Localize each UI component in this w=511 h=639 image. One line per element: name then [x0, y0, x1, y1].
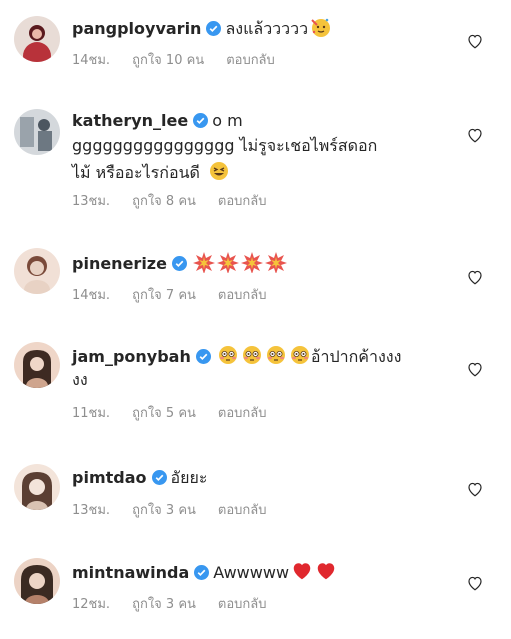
- like-heart-icon[interactable]: [466, 574, 484, 592]
- like-heart-icon[interactable]: [466, 126, 484, 144]
- reply-button[interactable]: ตอบกลับ: [218, 194, 267, 209]
- reply-button[interactable]: ตอบกลับ: [218, 288, 267, 303]
- comment-meta: 11ชม. ถูกใจ 5 คน ตอบกลับ: [72, 405, 267, 423]
- collision-emoji-icon: [240, 252, 263, 273]
- avatar[interactable]: [14, 248, 60, 294]
- comment-meta: 14ชม. ถูกใจ 7 คน ตอบกลับ: [72, 287, 267, 305]
- username[interactable]: pimtdao: [72, 468, 147, 487]
- collision-emoji-icon: [216, 252, 239, 273]
- comment-meta: 12ชม. ถูกใจ 3 คน ตอบกลับ: [72, 596, 267, 614]
- flushed-face-emoji-icon: [218, 346, 237, 364]
- red-heart-emoji-icon: [317, 563, 335, 580]
- comment-text: katheryn_lee o m: [72, 110, 243, 132]
- username[interactable]: katheryn_lee: [72, 111, 188, 130]
- flushed-face-emoji-icon: [266, 346, 285, 364]
- likes-count[interactable]: ถูกใจ 8 คน: [132, 194, 196, 209]
- comment-body: อ้าปากค้างงง: [310, 347, 402, 366]
- comment-text: pimtdao อัยยะ: [72, 467, 207, 489]
- likes-count[interactable]: ถูกใจ 3 คน: [132, 503, 196, 518]
- likes-count[interactable]: ถูกใจ 7 คน: [132, 288, 196, 303]
- like-heart-icon[interactable]: [466, 32, 484, 50]
- like-heart-icon[interactable]: [466, 360, 484, 378]
- likes-count[interactable]: ถูกใจ 3 คน: [132, 597, 196, 612]
- likes-count[interactable]: ถูกใจ 5 คน: [132, 406, 196, 421]
- comment-body: Awwwww: [213, 563, 290, 582]
- comment-body-line-with-emoji: ไม้ หรืออะไรก่อนดี: [72, 160, 230, 184]
- verified-badge-icon: [194, 565, 210, 580]
- reply-button[interactable]: ตอบกลับ: [218, 597, 267, 612]
- comment-body: o m: [212, 111, 243, 130]
- flushed-face-emoji-icon: [242, 346, 261, 364]
- username[interactable]: jam_ponybah: [72, 347, 191, 366]
- collision-emoji-icon: [192, 252, 215, 273]
- verified-badge-icon: [206, 21, 222, 36]
- comment-text: pangployvarin ลงแล้ววววว: [72, 16, 332, 40]
- comment-body-line: gggggggggggggggg ไม่รูจะเชอไพร์สดอก: [72, 136, 378, 155]
- username[interactable]: pinenerize: [72, 254, 167, 273]
- username[interactable]: mintnawinda: [72, 563, 189, 582]
- verified-badge-icon: [151, 470, 167, 485]
- flushed-face-emoji-icon: [290, 346, 309, 364]
- comment-body-line: งง: [72, 370, 88, 389]
- avatar[interactable]: [14, 109, 60, 155]
- avatar[interactable]: [14, 342, 60, 388]
- reply-button[interactable]: ตอบกลับ: [218, 503, 267, 518]
- collision-emoji-icon: [264, 252, 287, 273]
- comment-text: jam_ponybah อ้าปากค้างงง: [72, 344, 401, 368]
- comment-meta: 14ชม. ถูกใจ 10 คน ตอบกลับ: [72, 52, 275, 70]
- verified-badge-icon: [171, 256, 187, 271]
- avatar[interactable]: [14, 558, 60, 604]
- comment-meta: 13ชม. ถูกใจ 3 คน ตอบกลับ: [72, 502, 267, 520]
- verified-badge-icon: [193, 113, 209, 128]
- red-heart-emoji-icon: [293, 563, 311, 580]
- comments-list: pangployvarin ลงแล้ววววว 14ชม. ถูกใจ 10 คน…: [0, 0, 511, 639]
- avatar[interactable]: [14, 464, 60, 510]
- comment-meta: 13ชม. ถูกใจ 8 คน ตอบกลับ: [72, 193, 267, 211]
- comment-text: pinenerize: [72, 251, 287, 275]
- like-heart-icon[interactable]: [466, 480, 484, 498]
- avatar[interactable]: [14, 16, 60, 62]
- username[interactable]: pangployvarin: [72, 19, 201, 38]
- grinning-squint-face-emoji-icon: [209, 162, 228, 180]
- timestamp: 12ชม.: [72, 597, 111, 612]
- comment-body-line: ไม้ หรืออะไรก่อนดี: [72, 163, 200, 182]
- party-face-emoji-icon: [311, 18, 331, 37]
- timestamp: 14ชม.: [72, 288, 111, 303]
- comment-body: ลงแล้ววววว: [225, 19, 309, 38]
- likes-count[interactable]: ถูกใจ 10 คน: [132, 53, 204, 68]
- like-heart-icon[interactable]: [466, 268, 484, 286]
- timestamp: 13ชม.: [72, 503, 111, 518]
- timestamp: 14ชม.: [72, 53, 111, 68]
- verified-badge-icon: [195, 349, 211, 364]
- timestamp: 13ชม.: [72, 194, 111, 209]
- comment-body: อัยยะ: [170, 468, 208, 487]
- reply-button[interactable]: ตอบกลับ: [226, 53, 275, 68]
- timestamp: 11ชม.: [72, 406, 111, 421]
- comment-text: mintnawinda Awwwww: [72, 560, 337, 584]
- reply-button[interactable]: ตอบกลับ: [218, 406, 267, 421]
